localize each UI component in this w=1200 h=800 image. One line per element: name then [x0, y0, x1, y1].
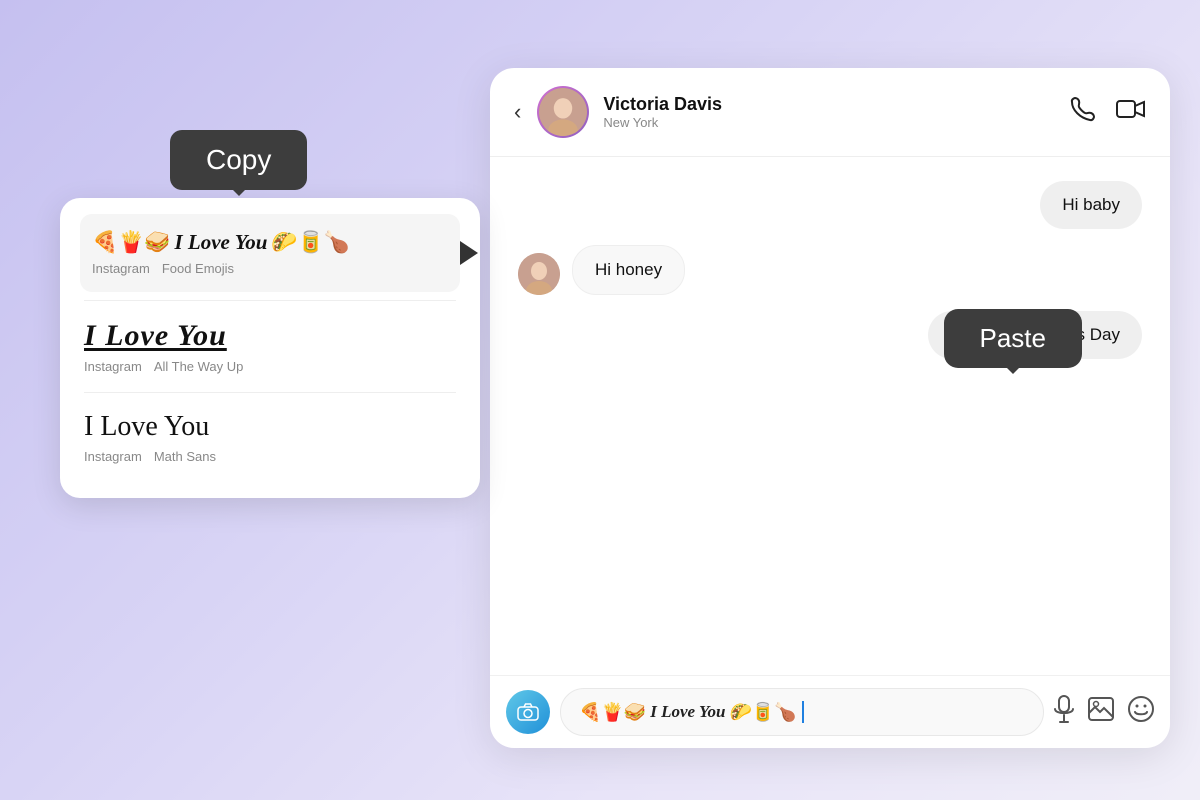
- chat-body: Hi baby Hi honey Happy Valentine's Day P…: [490, 157, 1170, 675]
- font-preview-text2: I Love You: [84, 319, 227, 352]
- font-tag-name1: Food Emojis: [162, 261, 234, 276]
- selected-arrow: [460, 241, 478, 265]
- text-cursor: [802, 701, 804, 723]
- image-button[interactable]: [1088, 697, 1114, 727]
- font-selector-panel: Copy 🍕🍟🥪 I Love You 🌮🥫🍗 Instagram Food E…: [60, 130, 480, 498]
- contact-status: New York: [603, 115, 1070, 130]
- font-tag-name2: All The Way Up: [154, 359, 244, 374]
- chat-input-row: 🍕🍟🥪 I Love You 🌮🥫🍗: [490, 675, 1170, 748]
- header-actions: [1070, 96, 1146, 128]
- back-button[interactable]: ‹: [514, 99, 521, 125]
- font-list: 🍕🍟🥪 I Love You 🌮🥫🍗 Instagram Food Emojis…: [60, 198, 480, 498]
- contact-info: Victoria Davis New York: [603, 94, 1070, 130]
- font-preview-emoji1: 🍕🍟🥪: [92, 231, 170, 255]
- input-emoji-prefix: 🍕🍟🥪: [579, 702, 646, 723]
- input-text: I Love You: [650, 702, 725, 722]
- video-button[interactable]: [1116, 98, 1146, 126]
- font-item-all-the-way-up[interactable]: I Love You Instagram All The Way Up: [84, 305, 456, 388]
- input-actions: [1054, 695, 1154, 729]
- font-tag-platform1: Instagram: [92, 261, 150, 276]
- font-tag-platform3: Instagram: [84, 449, 142, 464]
- font-preview-text3: I Love You: [84, 411, 209, 442]
- message-input[interactable]: 🍕🍟🥪 I Love You 🌮🥫🍗: [560, 688, 1044, 736]
- input-emoji-suffix: 🌮🥫🍗: [730, 702, 797, 723]
- contact-avatar: [537, 86, 589, 138]
- chat-header: ‹ Victoria Davis New York: [490, 68, 1170, 157]
- message-row: Hi honey: [518, 245, 1142, 295]
- font-tag-name3: Math Sans: [154, 449, 216, 464]
- message-row: Hi baby: [518, 181, 1142, 229]
- copy-tooltip[interactable]: Copy: [170, 130, 307, 190]
- font-item-math-sans[interactable]: I Love You Instagram Math Sans: [84, 397, 456, 478]
- sender-avatar: [518, 253, 560, 295]
- phone-button[interactable]: [1070, 96, 1096, 128]
- contact-name: Victoria Davis: [603, 94, 1070, 115]
- font-preview-text1: I Love You: [174, 230, 267, 255]
- font-preview-emoji2: 🌮🥫🍗: [271, 231, 349, 255]
- avatar-image: [539, 88, 587, 136]
- message-bubble-received-1: Hi honey: [572, 245, 685, 295]
- emoji-button[interactable]: [1128, 696, 1154, 728]
- font-tag-platform2: Instagram: [84, 359, 142, 374]
- chat-panel: ‹ Victoria Davis New York: [490, 68, 1170, 748]
- message-bubble-sent-1: Hi baby: [1040, 181, 1142, 229]
- mic-button[interactable]: [1054, 695, 1074, 729]
- paste-tooltip[interactable]: Paste: [944, 309, 1083, 368]
- font-item-food-emoji[interactable]: 🍕🍟🥪 I Love You 🌮🥫🍗 Instagram Food Emojis: [80, 214, 460, 292]
- camera-button[interactable]: [506, 690, 550, 734]
